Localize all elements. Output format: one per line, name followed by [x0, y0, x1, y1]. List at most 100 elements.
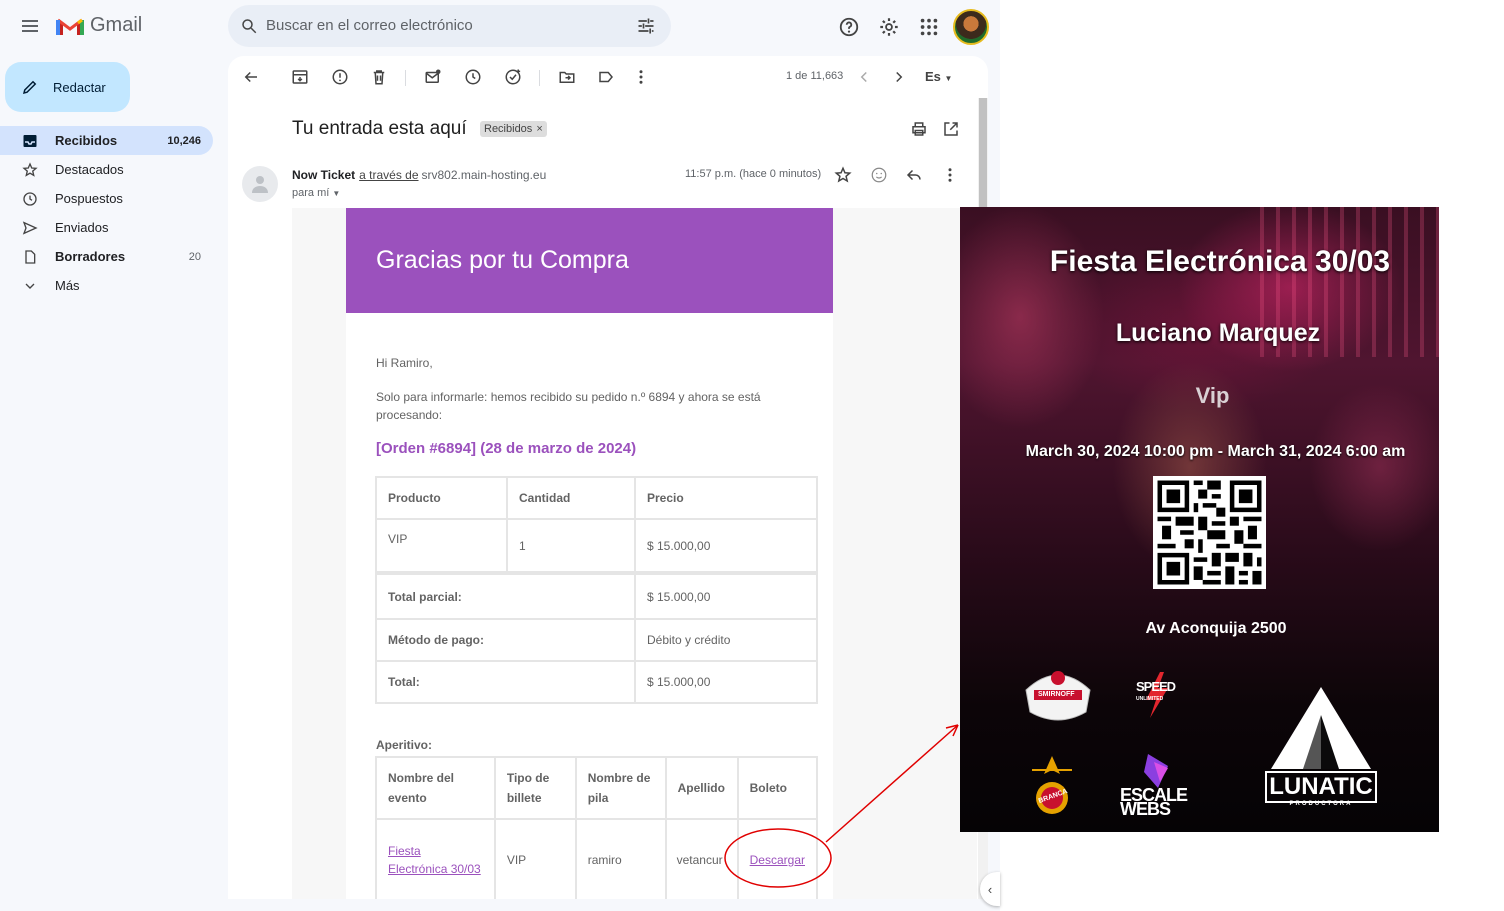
- person-icon: [252, 176, 268, 193]
- more-vertical-icon[interactable]: [941, 166, 959, 184]
- sender-host: srv802.main-hosting.eu: [421, 168, 547, 182]
- total-value: Débito y crédito: [634, 618, 818, 662]
- ticket-type: Vip: [1195, 383, 1230, 408]
- lunatic-logo: LUNATIC PRODUCTORA: [1265, 685, 1377, 813]
- sidebar-item-drafts[interactable]: Borradores 20: [0, 242, 215, 271]
- ticket-title: Fiesta Electrónica 30/03: [1049, 245, 1391, 278]
- open-new-window-icon[interactable]: [942, 120, 960, 138]
- sender-name[interactable]: Now Ticket: [292, 168, 355, 182]
- speed-logo: SPEED UNLIMITED: [1132, 670, 1182, 720]
- draft-icon: [22, 249, 38, 265]
- search-bar[interactable]: [228, 5, 671, 47]
- qr-code: [1153, 476, 1266, 589]
- ticket-type-cell: VIP: [493, 818, 577, 899]
- event-cell: Fiesta Electrónica 30/03: [375, 818, 496, 899]
- search-options-icon[interactable]: [636, 16, 656, 36]
- sidebar-item-inbox[interactable]: Recibidos 10,246: [0, 126, 213, 155]
- report-spam-icon[interactable]: [331, 68, 349, 86]
- table-row: Total: $ 15.000,00: [375, 660, 818, 704]
- remove-label-icon[interactable]: ×: [536, 123, 542, 135]
- compose-label: Redactar: [53, 79, 106, 95]
- label-chip-text: Recibidos: [484, 123, 533, 135]
- sidebar-item-more[interactable]: Más: [0, 271, 215, 300]
- compose-button[interactable]: Redactar: [5, 62, 130, 112]
- ticket-artist: Luciano Marquez: [1115, 319, 1321, 347]
- sidebar-item-starred[interactable]: Destacados: [0, 155, 215, 184]
- header-cell: Tipo de billete: [493, 756, 577, 820]
- first-name-cell: ramiro: [574, 818, 667, 899]
- email-banner: Gracias por tu Compra: [346, 208, 833, 313]
- help-icon[interactable]: [838, 16, 860, 38]
- via-link[interactable]: a través de: [359, 168, 418, 182]
- top-bar: Gmail: [0, 0, 1000, 56]
- caret-down-icon: ▼: [944, 74, 953, 83]
- qty-cell: 1: [506, 518, 636, 574]
- pagination-text: 1 de 11,663: [786, 70, 844, 82]
- recipient-dropdown[interactable]: para mí ▼: [292, 187, 340, 199]
- menu-icon[interactable]: [18, 14, 42, 38]
- order-title: [Orden #6894] (28 de marzo de 2024): [376, 440, 637, 457]
- move-to-folder-icon[interactable]: [558, 68, 576, 86]
- settings-gear-icon[interactable]: [878, 16, 900, 38]
- snooze-clock-icon[interactable]: [464, 68, 482, 86]
- archive-icon[interactable]: [291, 68, 309, 86]
- sidebar-item-label: Recibidos: [55, 133, 118, 148]
- ticket-date: March 30, 2024 10:00 pm - March 31, 2024…: [1025, 443, 1406, 460]
- speed-subtext: UNLIMITED: [1136, 696, 1164, 702]
- smirnoff-text: SMIRNOFF: [1038, 691, 1075, 698]
- ticket-venue: Av Aconquija 2500: [1145, 620, 1287, 637]
- smirnoff-logo: SMIRNOFF: [1016, 660, 1100, 730]
- message-toolbar: 1 de 11,663 Es ▼: [228, 56, 988, 100]
- back-arrow-icon[interactable]: [242, 68, 260, 86]
- star-icon[interactable]: [834, 166, 852, 184]
- message-panel: 1 de 11,663 Es ▼ Tu entrada esta aquí Re…: [228, 56, 988, 899]
- sidebar-item-snoozed[interactable]: Pospuestos: [0, 184, 215, 213]
- toolbar-divider: [539, 70, 540, 86]
- total-label: Método de pago:: [375, 618, 636, 662]
- search-input[interactable]: [266, 17, 626, 34]
- side-panel-toggle[interactable]: ‹: [980, 872, 1000, 906]
- clock-icon: [22, 191, 38, 207]
- language-label: Es: [925, 69, 941, 84]
- order-table: Producto Cantidad Precio VIP 1 $ 15.000,…: [375, 476, 818, 704]
- header-cell: Nombre del evento: [375, 756, 496, 820]
- inbox-label-chip[interactable]: Recibidos ×: [480, 121, 547, 137]
- inbox-icon: [22, 133, 38, 149]
- download-link[interactable]: Descargar: [750, 853, 805, 867]
- more-vertical-icon[interactable]: [632, 68, 650, 86]
- table-row: Método de pago: Débito y crédito: [375, 618, 818, 662]
- sidebar-item-label: Borradores: [55, 249, 126, 264]
- header-cell: Boleto: [736, 756, 819, 820]
- table-row: VIP 1 $ 15.000,00: [375, 518, 818, 574]
- event-link[interactable]: Fiesta Electrónica 30/03: [388, 844, 481, 876]
- last-name-cell: vetancur: [664, 818, 739, 899]
- lunatic-text: LUNATIC: [1265, 771, 1377, 803]
- sidebar-item-sent[interactable]: Enviados: [0, 213, 215, 242]
- banner-title: Gracias por tu Compra: [376, 246, 629, 274]
- gmail-logo[interactable]: Gmail: [56, 14, 142, 37]
- chevron-left-icon[interactable]: [855, 68, 873, 86]
- reply-icon[interactable]: [905, 166, 923, 184]
- header-cell: Cantidad: [506, 476, 636, 520]
- sender-avatar[interactable]: [242, 166, 278, 202]
- chevron-right-icon[interactable]: [890, 68, 908, 86]
- sidebar-nav: Recibidos 10,246 Destacados Pospuestos E…: [0, 126, 215, 300]
- search-icon[interactable]: [240, 17, 258, 35]
- apps-grid-icon[interactable]: [918, 16, 940, 38]
- ticket-image: Fiesta Electrónica 30/03 Luciano Marquez…: [960, 207, 1439, 832]
- inbox-count: 10,246: [167, 134, 201, 147]
- print-icon[interactable]: [910, 120, 928, 138]
- mark-unread-icon[interactable]: [424, 68, 442, 86]
- language-selector[interactable]: Es ▼: [925, 69, 952, 84]
- toolbar-divider: [405, 70, 406, 86]
- product-cell: VIP: [375, 518, 508, 574]
- sender-line: Now Ticket a través de srv802.main-hosting…: [292, 168, 546, 182]
- app-name: Gmail: [90, 14, 143, 36]
- add-task-icon[interactable]: [504, 68, 522, 86]
- total-label: Total parcial:: [375, 572, 636, 620]
- account-avatar[interactable]: [953, 9, 989, 45]
- label-tag-icon[interactable]: [597, 68, 615, 86]
- gmail-window: Gmail Redactar Recibidos 10,246 Destacad…: [0, 0, 1000, 911]
- delete-icon[interactable]: [370, 68, 388, 86]
- emoji-reaction-icon[interactable]: [870, 166, 888, 184]
